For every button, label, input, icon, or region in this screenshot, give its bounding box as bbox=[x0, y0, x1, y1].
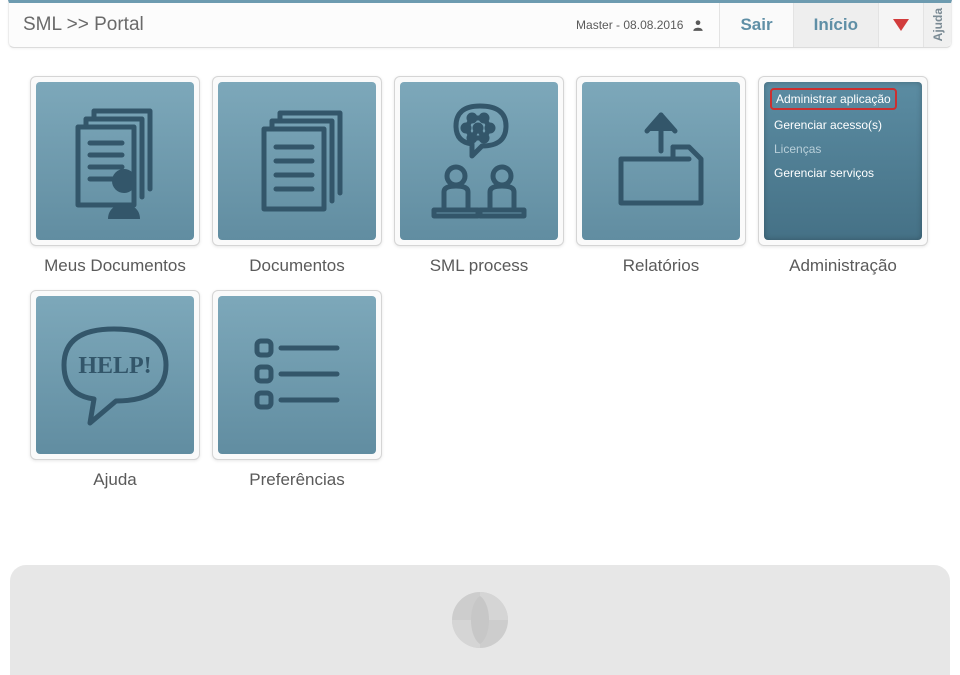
tile-documentos[interactable] bbox=[212, 76, 382, 246]
tile-label: Relatórios bbox=[623, 256, 700, 276]
admin-item-gerenciar-acessos[interactable]: Gerenciar acesso(s) bbox=[770, 116, 886, 134]
tile-sml-process[interactable] bbox=[394, 76, 564, 246]
breadcrumb: SML >> Portal bbox=[9, 3, 158, 47]
tile-administracao[interactable]: Administrar aplicação Gerenciar acesso(s… bbox=[758, 76, 928, 246]
user-icon bbox=[691, 18, 705, 32]
user-badge: Master - 08.08.2016 bbox=[562, 3, 719, 47]
tile-label: Meus Documentos bbox=[44, 256, 186, 276]
home-button[interactable]: Início bbox=[793, 3, 878, 47]
tile-label: Administração bbox=[789, 256, 897, 276]
logout-button[interactable]: Sair bbox=[719, 3, 792, 47]
admin-menu: Administrar aplicação Gerenciar acesso(s… bbox=[764, 82, 922, 240]
tile-ajuda[interactable]: HELP! bbox=[30, 290, 200, 460]
header-dropdown-button[interactable] bbox=[878, 3, 923, 47]
svg-text:HELP!: HELP! bbox=[78, 353, 151, 379]
help-icon: HELP! bbox=[50, 315, 180, 435]
tile-preferencias[interactable] bbox=[212, 290, 382, 460]
help-tab-label: Ajuda bbox=[931, 8, 945, 41]
process-icon bbox=[414, 96, 544, 226]
my-documents-icon bbox=[60, 101, 170, 221]
reports-icon bbox=[601, 101, 721, 221]
admin-item-gerenciar-servicos[interactable]: Gerenciar serviços bbox=[770, 164, 878, 182]
help-tab[interactable]: Ajuda bbox=[923, 3, 951, 47]
tile-meus-documentos[interactable] bbox=[30, 76, 200, 246]
admin-item-licencas[interactable]: Licenças bbox=[770, 140, 825, 158]
documents-icon bbox=[242, 101, 352, 221]
admin-item-administrar-aplicacao[interactable]: Administrar aplicação bbox=[770, 88, 897, 110]
footer bbox=[10, 565, 950, 675]
app-header: SML >> Portal Master - 08.08.2016 Sair I… bbox=[8, 0, 952, 48]
chevron-down-icon bbox=[893, 19, 909, 31]
tile-label: Ajuda bbox=[93, 470, 136, 490]
user-label: Master - 08.08.2016 bbox=[576, 18, 683, 32]
tile-label: Documentos bbox=[249, 256, 344, 276]
preferences-icon bbox=[237, 315, 357, 435]
footer-logo-icon bbox=[450, 590, 510, 650]
tile-label: SML process bbox=[430, 256, 529, 276]
tile-label: Preferências bbox=[249, 470, 344, 490]
portal-grid: Meus Documentos Documentos bbox=[0, 48, 960, 500]
tile-relatorios[interactable] bbox=[576, 76, 746, 246]
